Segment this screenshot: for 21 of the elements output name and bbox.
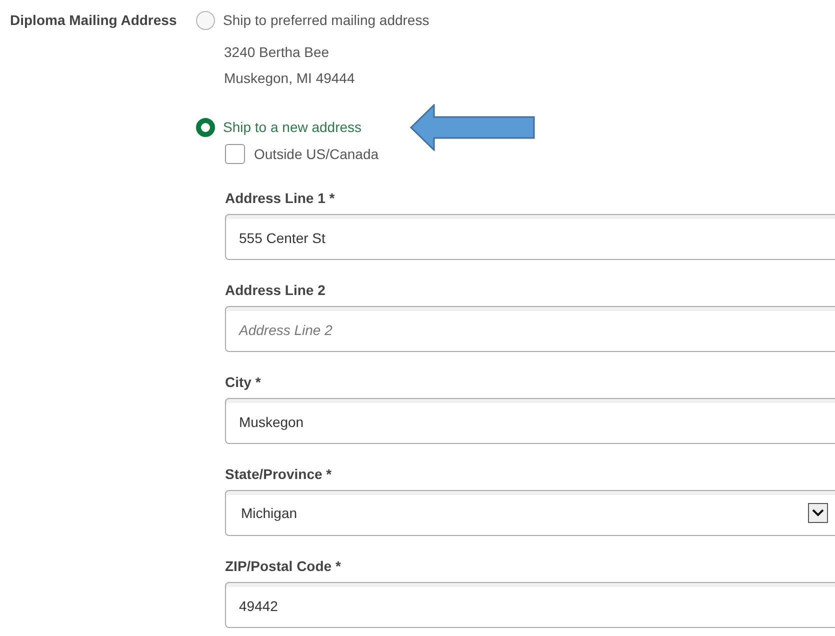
input-label: State/Province * xyxy=(225,465,333,484)
chevron-down-icon[interactable] xyxy=(808,503,828,523)
field-label: Diploma Mailing Address xyxy=(10,12,177,28)
input-label: Address Line 1 * xyxy=(225,189,336,208)
input-label: Address Line 2 xyxy=(225,281,326,300)
input-field[interactable]: Address Line 2 xyxy=(225,306,835,352)
state-select[interactable]: Michigan xyxy=(225,490,835,536)
address-line: Muskegon, MI 49444 xyxy=(224,69,356,88)
input-field[interactable]: Muskegon xyxy=(225,398,835,444)
checkbox-label: Outside US/Canada xyxy=(254,144,379,164)
input-label: ZIP/Postal Code * xyxy=(225,557,342,576)
radio-button[interactable] xyxy=(196,118,215,136)
input-label: City * xyxy=(225,373,262,392)
address-line: 3240 Bertha Bee xyxy=(224,43,330,62)
checkbox[interactable] xyxy=(225,144,245,164)
input-field[interactable]: 49442 xyxy=(225,582,835,628)
option-label[interactable]: Ship to a new address xyxy=(223,116,362,138)
left-arrow-icon xyxy=(410,104,536,150)
input-field[interactable]: 555 Center St xyxy=(225,214,835,260)
radio-button[interactable] xyxy=(196,10,215,30)
option-label[interactable]: Ship to preferred mailing address xyxy=(223,10,430,30)
